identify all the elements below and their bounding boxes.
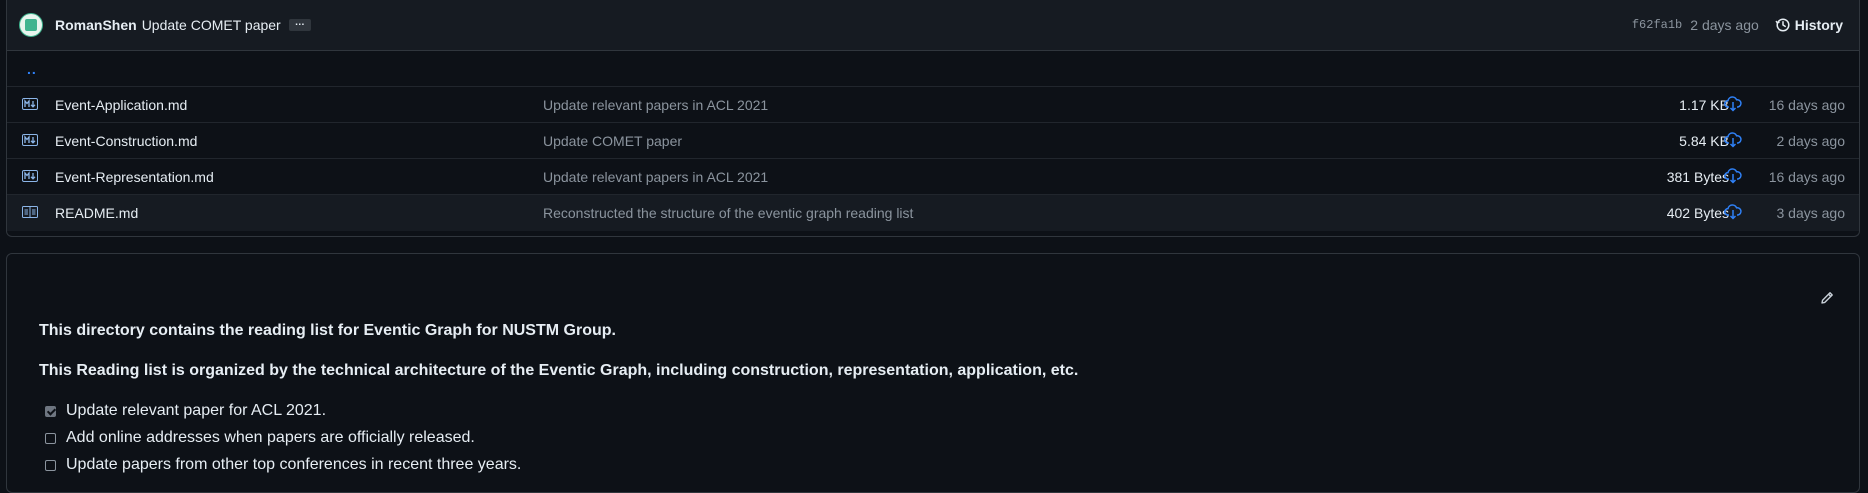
- parent-directory-row[interactable]: ..: [7, 51, 1859, 87]
- download-icon[interactable]: [1724, 168, 1742, 184]
- task-checkbox[interactable]: [45, 459, 56, 471]
- file-row: Event-Application.md Update relevant pap…: [7, 87, 1859, 123]
- task-label: Update relevant paper for ACL 2021.: [66, 402, 327, 419]
- file-commit-message[interactable]: Reconstructed the structure of the event…: [543, 205, 913, 221]
- commit-message[interactable]: Update COMET paper: [142, 17, 281, 33]
- task-list-item: Update relevant paper for ACL 2021.: [45, 402, 326, 420]
- task-list-item: Update papers from other top conferences…: [45, 456, 521, 474]
- history-label: History: [1794, 17, 1843, 33]
- file-age: 16 days ago: [1768, 169, 1845, 185]
- file-commit-message[interactable]: Update relevant papers in ACL 2021: [543, 97, 768, 113]
- markdown-icon: [22, 170, 38, 182]
- task-label: Update papers from other top conferences…: [66, 456, 522, 473]
- file-commit-message[interactable]: Update COMET paper: [543, 133, 682, 149]
- file-size: 1.17 KB: [1679, 97, 1729, 113]
- readme-paragraph: This directory contains the reading list…: [39, 322, 616, 339]
- history-icon: [1775, 18, 1790, 32]
- task-list-item: Add online addresses when papers are off…: [45, 429, 475, 447]
- file-row: Event-Construction.md Update COMET paper…: [7, 123, 1859, 159]
- file-list: RomanShen Update COMET paper … f62fa1b 2…: [6, 0, 1860, 237]
- file-row: Event-Representation.md Update relevant …: [7, 159, 1859, 195]
- readme-panel: This directory contains the reading list…: [6, 253, 1860, 493]
- avatar[interactable]: [19, 13, 43, 37]
- task-label: Add online addresses when papers are off…: [66, 429, 475, 446]
- latest-commit-bar: RomanShen Update COMET paper … f62fa1b 2…: [7, 0, 1859, 51]
- markdown-icon: [22, 134, 38, 146]
- task-checkbox[interactable]: [45, 432, 56, 444]
- file-row: README.md Reconstructed the structure of…: [7, 195, 1859, 231]
- commit-expand-button[interactable]: …: [288, 18, 311, 31]
- download-icon[interactable]: [1724, 132, 1742, 148]
- file-size: 5.84 KB: [1679, 133, 1729, 149]
- parent-directory-link[interactable]: ..: [27, 61, 37, 77]
- file-size: 381 Bytes: [1666, 169, 1729, 185]
- file-name-link[interactable]: README.md: [55, 205, 138, 221]
- file-size: 402 Bytes: [1666, 205, 1729, 221]
- commit-time: 2 days ago: [1690, 17, 1759, 33]
- file-age: 3 days ago: [1776, 205, 1846, 221]
- commit-sha[interactable]: f62fa1b: [1632, 18, 1682, 32]
- download-icon[interactable]: [1724, 204, 1742, 220]
- file-age: 16 days ago: [1768, 97, 1845, 113]
- file-name-link[interactable]: Event-Construction.md: [55, 133, 197, 149]
- readme-paragraph: This Reading list is organized by the te…: [39, 362, 1079, 379]
- readme-icon: [22, 206, 38, 218]
- download-icon[interactable]: [1724, 96, 1742, 112]
- file-commit-message[interactable]: Update relevant papers in ACL 2021: [543, 169, 768, 185]
- file-age: 2 days ago: [1776, 133, 1846, 149]
- markdown-icon: [22, 98, 38, 110]
- edit-pencil-icon[interactable]: [1819, 290, 1835, 306]
- file-name-link[interactable]: Event-Application.md: [55, 97, 187, 113]
- history-button[interactable]: History: [1775, 17, 1843, 33]
- file-name-link[interactable]: Event-Representation.md: [55, 169, 214, 185]
- commit-author[interactable]: RomanShen: [55, 17, 137, 33]
- task-checkbox[interactable]: [45, 405, 56, 417]
